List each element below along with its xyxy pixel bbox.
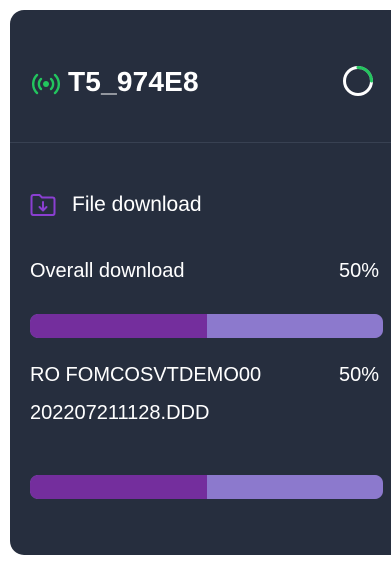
loading-spinner-icon: [343, 66, 373, 96]
device-name: T5_974E8: [68, 66, 199, 97]
folder-download-icon: [30, 194, 56, 216]
overall-download-percent: 50%: [338, 260, 379, 282]
overall-download-progress-bar: [30, 314, 383, 338]
section-title: File download: [72, 193, 202, 216]
device-header: T5_974E8: [10, 10, 391, 143]
overall-download-label: Overall download: [30, 260, 185, 282]
file-name-line2: 202207211128.DDD: [30, 402, 210, 424]
wifi-broadcast-icon: [32, 73, 60, 95]
overall-download-progress-fill: [30, 314, 207, 338]
file-download-section-header: File download: [30, 190, 202, 220]
file-name-line1: RO FOMCOSVTDEMO00: [30, 364, 262, 386]
file-download-progress-fill: [30, 475, 207, 499]
file-download-percent: 50%: [338, 364, 379, 386]
file-download-progress-bar: [30, 475, 383, 499]
device-card: T5_974E8 File download Overall download …: [10, 10, 391, 555]
